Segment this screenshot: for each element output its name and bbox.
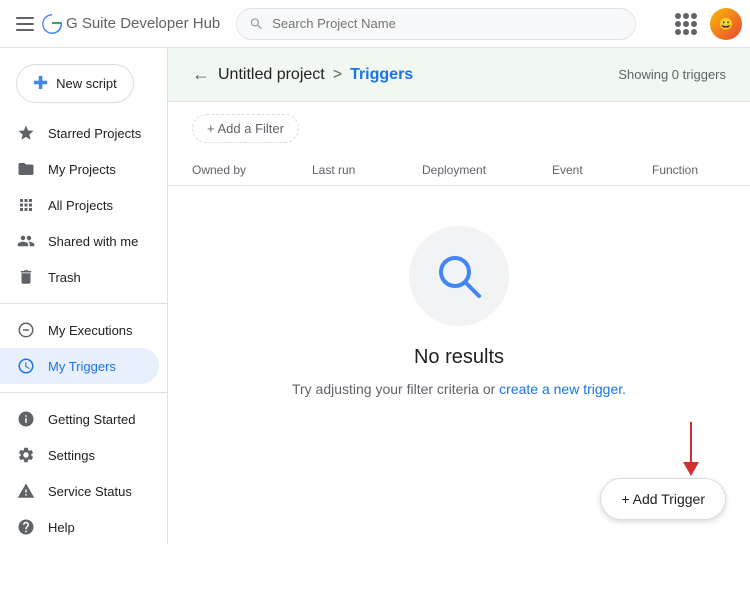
- empty-state: No results Try adjusting your filter cri…: [168, 186, 750, 437]
- sidebar-item-my-projects[interactable]: My Projects: [0, 151, 159, 187]
- grid-icon: [16, 195, 36, 215]
- sidebar-item-label: All Projects: [48, 198, 113, 213]
- search-icon: [249, 16, 264, 32]
- breadcrumb-header: ← Untitled project > Triggers Showing 0 …: [168, 48, 750, 102]
- add-filter-label: + Add a Filter: [207, 121, 284, 136]
- g-logo-icon: [42, 14, 62, 34]
- trigger-count-label: Showing 0 triggers: [618, 67, 726, 82]
- create-trigger-link[interactable]: create a new trigger.: [499, 381, 626, 397]
- warning-icon: [16, 481, 36, 501]
- col-owned-by: Owned by: [192, 163, 312, 177]
- search-input[interactable]: [272, 16, 623, 31]
- sidebar-item-label: My Projects: [48, 162, 116, 177]
- filter-bar: + Add a Filter: [168, 102, 750, 155]
- no-results-illustration: [409, 226, 509, 326]
- sidebar-item-label: My Triggers: [48, 359, 116, 374]
- arrow-indicator: [683, 422, 699, 476]
- magnifier-icon: [431, 248, 487, 304]
- logo-text: G Suite Developer Hub: [66, 15, 220, 32]
- breadcrumb-project[interactable]: Untitled project: [218, 66, 325, 84]
- breadcrumb-separator: >: [333, 66, 342, 84]
- arrow-line: [690, 422, 692, 462]
- col-deployment: Deployment: [422, 163, 552, 177]
- people-icon: [16, 231, 36, 251]
- gear-icon: [16, 445, 36, 465]
- add-filter-button[interactable]: + Add a Filter: [192, 114, 299, 143]
- sidebar-item-all-projects[interactable]: All Projects: [0, 187, 159, 223]
- sidebar-item-service-status[interactable]: Service Status: [0, 473, 159, 509]
- sidebar-item-label: Getting Started: [48, 412, 135, 427]
- search-bar[interactable]: [236, 8, 636, 40]
- menu-icon[interactable]: [8, 9, 42, 39]
- topnav: G Suite Developer Hub 😀: [0, 0, 750, 48]
- apps-icon[interactable]: [670, 8, 702, 40]
- sidebar-item-settings[interactable]: Settings: [0, 437, 159, 473]
- sidebar-item-shared[interactable]: Shared with me: [0, 223, 159, 259]
- new-script-button[interactable]: ✚ New script: [16, 64, 134, 103]
- clock-icon: [16, 356, 36, 376]
- app-logo: G Suite Developer Hub: [42, 14, 220, 34]
- sidebar-item-label: Starred Projects: [48, 126, 141, 141]
- sidebar-divider: [0, 303, 167, 304]
- new-script-label: New script: [56, 76, 117, 91]
- sidebar-item-getting-started[interactable]: Getting Started: [0, 401, 159, 437]
- sidebar-item-label: Service Status: [48, 484, 132, 499]
- col-last-run: Last run: [312, 163, 422, 177]
- sidebar-item-executions[interactable]: My Executions: [0, 312, 159, 348]
- topnav-right: 😀: [670, 8, 742, 40]
- sidebar-item-triggers[interactable]: My Triggers: [0, 348, 159, 384]
- main-content: ← Untitled project > Triggers Showing 0 …: [168, 48, 750, 437]
- sidebar-item-label: Trash: [48, 270, 81, 285]
- arrow-head: [683, 462, 699, 476]
- avatar[interactable]: 😀: [710, 8, 742, 40]
- breadcrumb-current: Triggers: [350, 66, 413, 84]
- sidebar-item-trash[interactable]: Trash: [0, 259, 159, 295]
- star-icon: [16, 123, 36, 143]
- no-results-subtitle: Try adjusting your filter criteria or cr…: [292, 381, 626, 397]
- info-icon: [16, 409, 36, 429]
- executions-icon: [16, 320, 36, 340]
- sidebar: ✚ New script Starred Projects My Project…: [0, 48, 168, 544]
- add-trigger-button[interactable]: + Add Trigger: [600, 478, 726, 520]
- no-results-title: No results: [414, 346, 504, 369]
- help-icon: [16, 517, 36, 537]
- col-event: Event: [552, 163, 652, 177]
- back-arrow[interactable]: ←: [192, 64, 210, 85]
- folder-icon: [16, 159, 36, 179]
- add-trigger-label: + Add Trigger: [621, 491, 705, 507]
- sidebar-item-starred[interactable]: Starred Projects: [0, 115, 159, 151]
- sidebar-item-help[interactable]: Help: [0, 509, 159, 544]
- trash-icon: [16, 267, 36, 287]
- sidebar-divider-2: [0, 392, 167, 393]
- sidebar-item-label: My Executions: [48, 323, 133, 338]
- table-header: Owned by Last run Deployment Event Funct…: [168, 155, 750, 186]
- col-function: Function: [652, 163, 750, 177]
- sidebar-item-label: Settings: [48, 448, 95, 463]
- plus-icon: ✚: [33, 73, 48, 94]
- sidebar-item-label: Shared with me: [48, 234, 138, 249]
- sidebar-item-label: Help: [48, 520, 75, 535]
